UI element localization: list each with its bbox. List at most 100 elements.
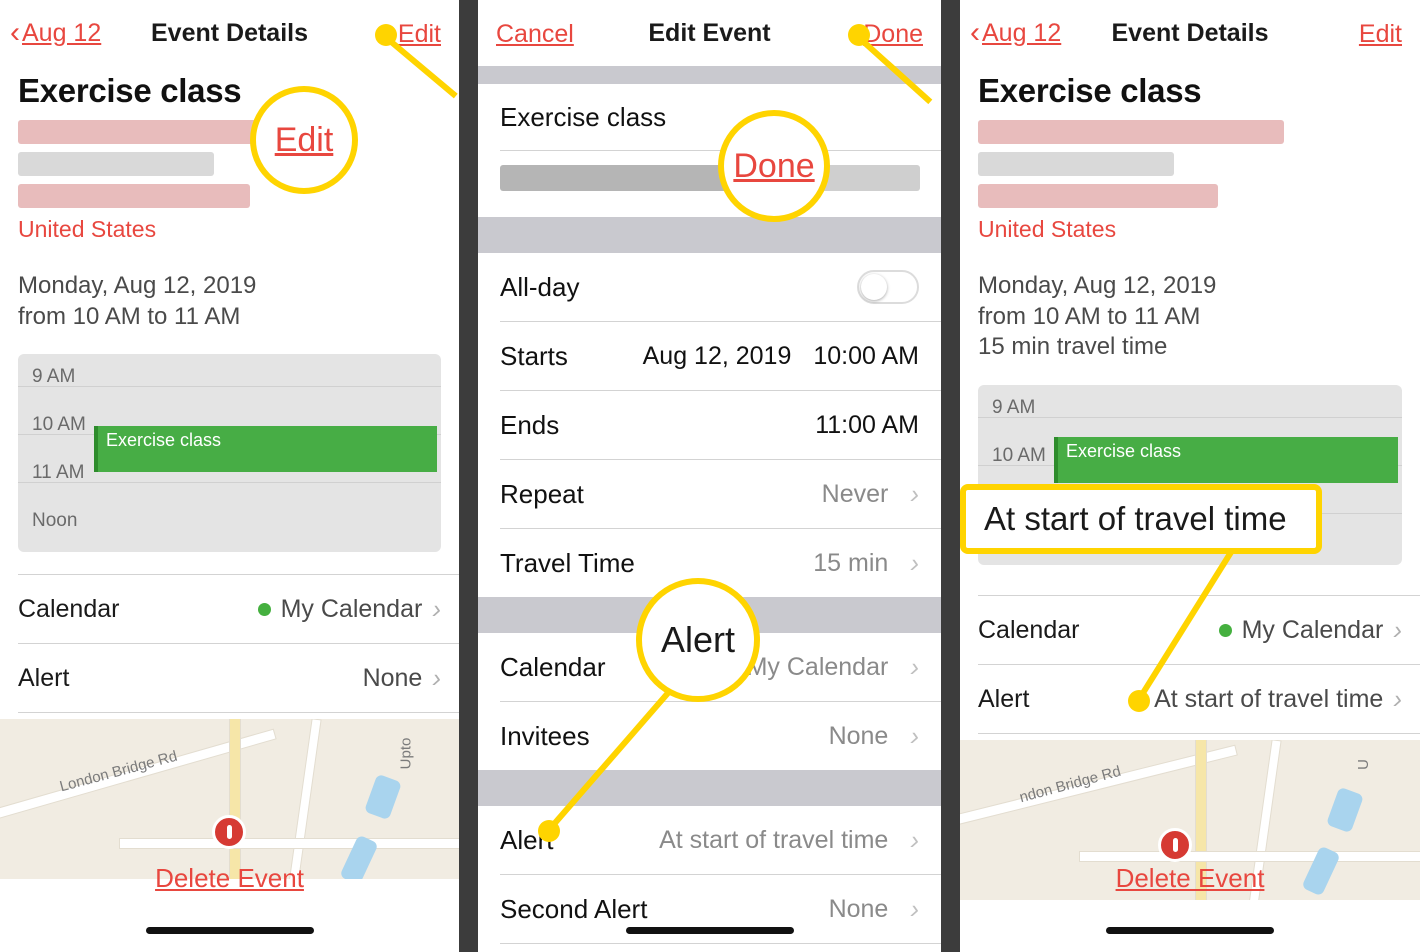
mini-calendar-hour: 11 AM [32,462,85,484]
edit-button[interactable]: Edit [1359,20,1402,49]
alert-row-value: At start of travel time [1154,684,1384,713]
alert-row[interactable]: Alert At start of travel time › [960,665,1420,733]
mini-calendar-hour: Noon [32,510,78,532]
callout-anchor-alert [538,820,560,842]
section-gap [478,770,941,806]
event-date-line: Monday, Aug 12, 2019 [18,272,257,299]
edit-button[interactable]: Edit [398,20,441,49]
mini-calendar-event[interactable]: Exercise class [1054,437,1398,484]
invitees-value-group: None › [829,721,919,752]
repeat-value-group: Never › [822,479,919,510]
event-datetime: Monday, Aug 12, 2019 from 10 AM to 11 AM [18,271,441,332]
alert-value: At start of travel time [659,825,889,854]
repeat-row[interactable]: Repeat Never › [478,460,941,528]
calendar-row-value-group: My Calendar › [257,594,441,625]
mini-calendar-hour: 10 AM [992,445,1046,467]
title-field-value: Exercise class [500,101,667,132]
calendar-row-value: My Calendar [280,594,423,623]
alert-row-label: Alert [18,663,70,692]
all-day-row[interactable]: All-day [478,253,941,321]
invitees-label: Invitees [500,720,590,751]
back-button[interactable]: ‹ Aug 12 [970,18,1061,48]
second-alert-value-group: None › [829,894,919,925]
chevron-right-icon: › [910,478,919,509]
ends-time-value: 11:00 AM [815,410,919,439]
alert-row-value-group: At start of travel time › [1154,684,1402,715]
map-preview[interactable]: London Bridge Rd Upto [0,719,459,880]
divider [18,712,459,714]
screen-event-details-after: ‹ Aug 12 Event Details Edit Exercise cla… [960,0,1420,952]
ends-row[interactable]: Ends 11:00 AM [478,391,941,459]
travel-time-label: Travel Time [500,547,635,578]
starts-time-value: 10:00 AM [813,341,919,370]
mini-calendar-event[interactable]: Exercise class [94,426,437,473]
calendar-color-dot-icon [257,602,271,616]
travel-time-value: 15 min [813,548,889,577]
redacted-address [18,120,441,208]
callout-alert-value-label: At start of travel time [984,500,1287,537]
redacted-address [978,120,1402,208]
calendar-row-label: Calendar [18,594,120,623]
invitees-row[interactable]: Invitees None › [478,702,941,770]
location-field[interactable] [478,151,941,217]
divider [500,943,941,944]
invitees-value: None [828,721,889,750]
calendar-row-label: Calendar [978,615,1080,644]
callout-anchor-alert-value [1128,690,1150,712]
callout-done: Done [718,110,830,222]
section-gap [478,66,941,84]
event-date-line: Monday, Aug 12, 2019 [978,272,1217,299]
second-alert-value: None [828,894,889,923]
navigation-bar: ‹ Aug 12 Event Details Edit [960,0,1420,66]
ends-label: Ends [500,409,560,440]
mini-calendar[interactable]: 9 AM 10 AM 11 AM Noon Exercise class [18,354,441,553]
alert-row-value: None [362,663,423,692]
chevron-left-icon: ‹ [970,16,980,49]
calendar-row-value: My Calendar [1241,615,1384,644]
cancel-button[interactable]: Cancel [496,20,574,49]
home-indicator [1106,927,1274,934]
mini-calendar-hour: 9 AM [992,397,1036,419]
ends-value-group: 11:00 AM [815,411,919,440]
back-button-label: Aug 12 [982,18,1062,47]
back-button[interactable]: ‹ Aug 12 [10,18,101,48]
home-indicator [625,927,794,934]
calendar-row[interactable]: Calendar My Calendar › [0,575,459,643]
callout-anchor-done [848,24,870,46]
screenshot-stage: ‹ Aug 12 Event Details Edit Exercise cla… [0,0,1420,952]
callout-done-label: Done [733,146,815,185]
back-button-label: Aug 12 [22,18,102,47]
delete-event-button[interactable]: Delete Event [1116,863,1265,893]
alert-row[interactable]: Alert None › [0,644,459,712]
event-header: Exercise class United States Monday, Aug… [0,72,459,553]
delete-event-button[interactable]: Delete Event [155,863,304,893]
callout-edit-label: Edit [274,120,334,159]
map-street-label-2: U [1354,759,1372,771]
starts-label: Starts [500,340,568,371]
map-street-label-2: Upto [397,738,415,770]
title-field[interactable]: Exercise class [478,84,941,150]
travel-time-value-group: 15 min › [813,548,919,579]
alert-row-label: Alert [978,684,1030,713]
calendar-color-dot-icon [1218,623,1232,637]
callout-alert-label: Alert [660,619,736,660]
calendar-row[interactable]: Calendar My Calendar › [960,596,1420,664]
calendar-value: My Calendar [746,652,889,681]
repeat-label: Repeat [500,478,584,509]
calendar-value-group: My Calendar › [747,652,919,683]
event-time-line: from 10 AM to 11 AM [18,302,241,330]
map-street-label: London Bridge Rd [57,748,180,796]
map-pin-icon [1158,828,1192,863]
mini-calendar-hour: 9 AM [32,366,76,388]
delete-event-container: Delete Event [960,863,1420,894]
divider [978,733,1420,735]
starts-row[interactable]: Starts Aug 12, 2019 10:00 AM [478,322,941,390]
phone-gap [941,0,960,952]
event-country: United States [978,216,1117,242]
second-alert-label: Second Alert [500,893,648,924]
screen-edit-event: Cancel Edit Event Done Exercise class Al… [478,0,941,952]
all-day-toggle[interactable] [857,270,919,304]
event-title: Exercise class [978,72,1202,109]
calendar-label: Calendar [500,651,606,682]
chevron-right-icon: › [910,824,919,855]
